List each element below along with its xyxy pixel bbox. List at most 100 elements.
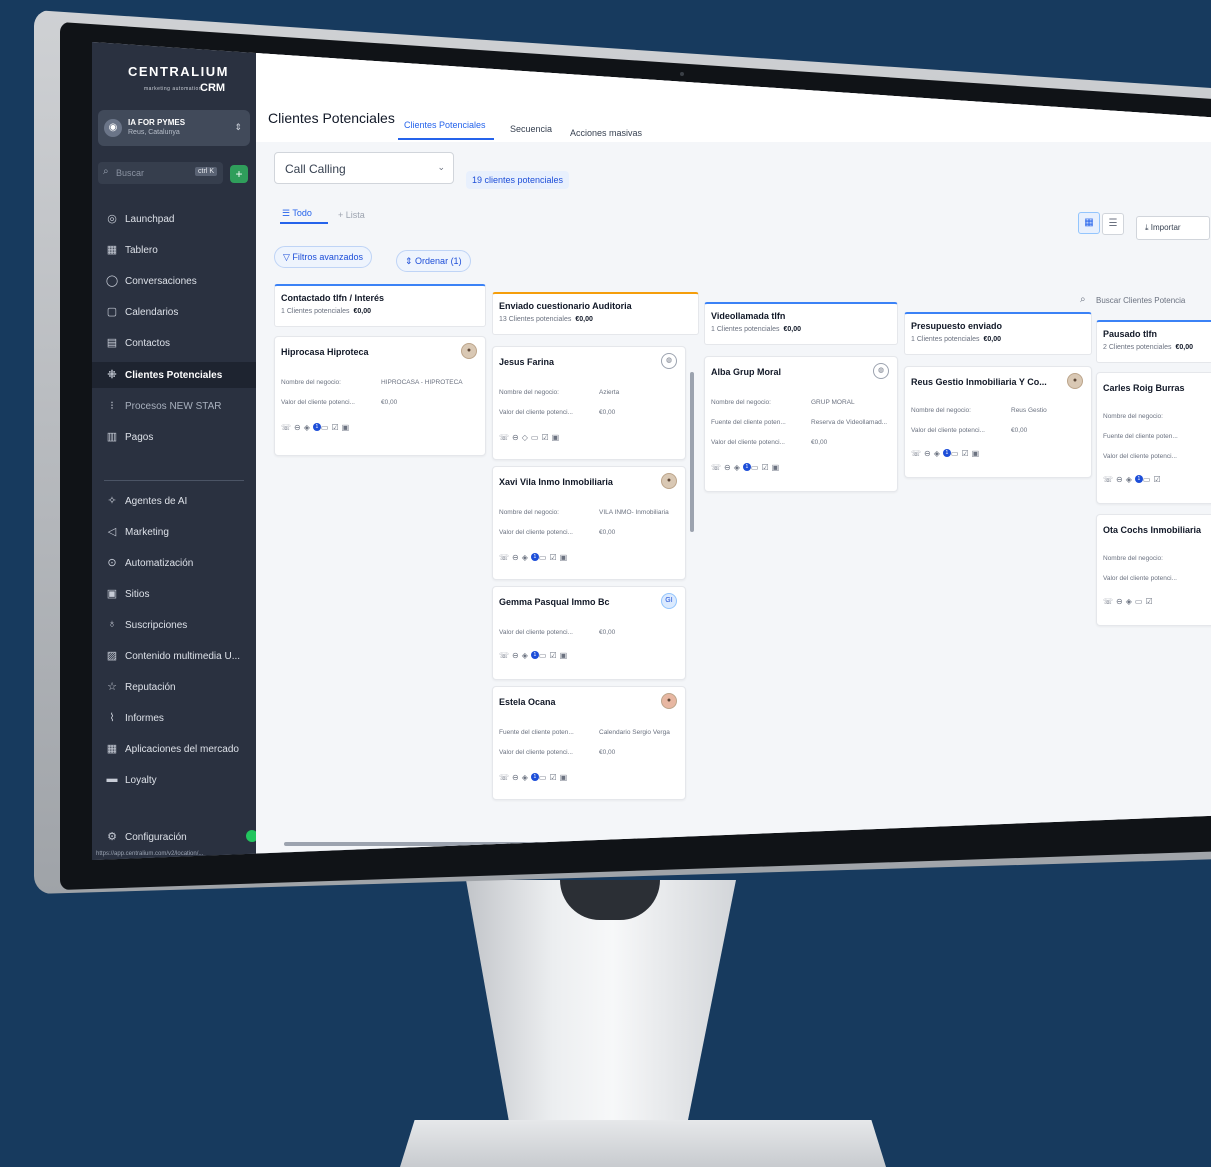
lead-field: Nombre del negocio: HIPROCASA - HIPROTECA — [281, 379, 463, 386]
document-icon: ▭ — [1134, 597, 1146, 606]
tag-icon: ◈ — [1125, 475, 1135, 484]
tag-icon: ◇ — [521, 433, 531, 442]
lead-field: Valor del cliente potenci... €0,00 — [499, 529, 616, 536]
sidebar-item-contenido-multimedia[interactable]: ▨ Contenido multimedia U... — [92, 643, 256, 669]
lead-card[interactable]: Xavi Vila Inmo Inmobiliaria ● Nombre del… — [492, 466, 686, 580]
account-switcher[interactable]: ◉ IA FOR PYMES Reus, Catalunya ⇕ — [98, 110, 250, 146]
tag-icon: ◈ — [933, 449, 943, 458]
card-actions[interactable]: ☏⊖◇▭☑▣ — [499, 433, 562, 442]
card-actions[interactable]: ☏⊖◈ 1 ▭☑ — [1103, 475, 1164, 484]
account-name: IA FOR PYMES — [128, 118, 186, 127]
sidebar-item-launchpad[interactable]: ◎ Launchpad — [92, 206, 256, 232]
media-icon: ▨ — [106, 650, 118, 662]
sidebar-item-automatizacion[interactable]: ⊙ Automatización — [92, 550, 256, 576]
brand-tagline: marketing automation — [144, 86, 203, 92]
column-search-input[interactable]: ⌕ Buscar Clientes Potencia — [1076, 290, 1211, 312]
phone-icon: ☏ — [1103, 475, 1117, 484]
card-actions[interactable]: ☏⊖◈ 1 ▭☑▣ — [911, 449, 982, 458]
sidebar-item-configuracion[interactable]: ⚙ Configuración — [92, 824, 256, 850]
search-input[interactable]: ⌕ Buscar ctrl K — [98, 162, 223, 184]
column-header: Videollamada tlfn 1 Clientes potenciales… — [704, 302, 898, 345]
lead-card[interactable]: Estela Ocana ● Fuente del cliente poten.… — [492, 686, 686, 800]
lead-field: Valor del cliente potenci... €0,00 — [281, 399, 398, 406]
card-actions[interactable]: ☏⊖◈ 1 ▭☑▣ — [499, 553, 570, 562]
advanced-filters-button[interactable]: ▽ Filtros avanzados — [274, 246, 372, 268]
sidebar-item-contactos[interactable]: ▤ Contactos — [92, 330, 256, 356]
sidebar-item-tablero[interactable]: ▦ Tablero — [92, 237, 256, 263]
lead-card[interactable]: Hiprocasa Hiproteca ● Nombre del negocio… — [274, 336, 486, 456]
column-title: Presupuesto enviado — [911, 321, 1003, 331]
sidebar-item-agentes-ai[interactable]: ✧ Agentes de AI — [92, 488, 256, 514]
card-actions[interactable]: ☏⊖◈ 1 ▭☑▣ — [711, 463, 782, 472]
card-actions[interactable]: ☏⊖◈▭☑ — [1103, 597, 1156, 606]
lead-card[interactable]: Alba Grup Moral ◍ Nombre del negocio: GRU… — [704, 356, 898, 492]
notification-badge: 1 — [1134, 475, 1143, 483]
sidebar-item-aplicaciones[interactable]: ▦ Aplicaciones del mercado — [92, 736, 256, 762]
message-icon: ⊖ — [294, 423, 304, 432]
lead-name: Carles Roig Burras — [1103, 383, 1185, 393]
add-list-button[interactable]: + Lista — [338, 210, 365, 220]
card-actions[interactable]: ☏⊖◈ 1 ▭☑▣ — [499, 651, 570, 660]
sidebar-item-informes[interactable]: ⌇ Informes — [92, 705, 256, 731]
brand-logo: CENTRALIUM — [128, 64, 229, 79]
document-icon: ▭ — [538, 553, 550, 562]
lead-field: Nombre del negocio: GRUP MORAL — [711, 399, 855, 406]
process-icon: ⁝ — [110, 400, 114, 412]
brand-product: CRM — [200, 82, 226, 94]
card-actions[interactable]: ☏⊖◈ 1 ▭☑▣ — [499, 773, 570, 782]
task-icon: ☑ — [331, 423, 342, 432]
column-summary: 1 Clientes potenciales €0,00 — [711, 326, 802, 333]
card-actions[interactable]: ☏⊖◈ 1 ▭☑▣ — [281, 423, 352, 432]
calendar-icon: ▢ — [106, 306, 118, 318]
calendar-icon: ▣ — [559, 773, 571, 782]
sidebar-item-clientes-potenciales[interactable]: ⁜ Clientes Potenciales — [92, 362, 256, 388]
subscriptions-icon: ♁ — [107, 618, 117, 630]
view-tab-todo[interactable]: ☰ Todo — [282, 208, 312, 219]
sidebar-item-reputacion[interactable]: ☆ Reputación — [92, 674, 256, 700]
task-icon: ☑ — [961, 449, 972, 458]
notification-badge: 1 — [530, 651, 539, 659]
board-view-button[interactable]: ▦ — [1078, 212, 1100, 234]
sort-button[interactable]: ⇕ Ordenar (1) — [396, 250, 471, 272]
lead-card[interactable]: Carles Roig Burras Nombre del negocio: F… — [1096, 372, 1211, 504]
sidebar-item-conversaciones[interactable]: ◯ Conversaciones — [92, 268, 256, 294]
star-icon: ☆ — [107, 681, 117, 693]
sidebar-item-sitios[interactable]: ▣ Sitios — [92, 581, 256, 607]
chat-icon: ◯ — [105, 275, 119, 287]
message-icon: ⊖ — [512, 651, 522, 660]
sidebar-item-marketing[interactable]: ◁ Marketing — [92, 519, 256, 545]
sidebar-item-pagos[interactable]: ▥ Pagos — [92, 424, 256, 450]
tab-secuencia[interactable]: Secuencia — [510, 124, 552, 134]
avatar: ● — [461, 343, 477, 359]
lead-card[interactable]: Reus Gestio Inmobiliaria Y Co... ● Nombr… — [904, 366, 1092, 478]
tab-clientes-potenciales[interactable]: Clientes Potenciales — [404, 120, 486, 130]
lead-card[interactable]: Gemma Pasqual Immo Bc GI Valor del clien… — [492, 586, 686, 680]
message-icon: ⊖ — [1116, 597, 1126, 606]
sidebar-item-procesos[interactable]: ⁝ Procesos NEW STAR — [92, 393, 256, 419]
quick-add-button[interactable]: + — [230, 165, 248, 183]
phone-icon: ☏ — [499, 553, 513, 562]
import-button[interactable]: ⤓ Importar — [1136, 216, 1210, 240]
tag-icon: ◈ — [521, 773, 531, 782]
task-icon: ☑ — [549, 553, 560, 562]
calendar-icon: ▣ — [559, 651, 571, 660]
main-content: Clientes Potenciales Clientes Potenciale… — [256, 42, 1211, 860]
phone-icon: ☏ — [911, 449, 925, 458]
sidebar-item-suscripciones[interactable]: ♁ Suscripciones — [92, 612, 256, 638]
reports-icon: ⌇ — [109, 712, 115, 724]
lead-field: Nombre del negocio: Reus Gestio — [911, 407, 1047, 414]
task-icon: ☑ — [1145, 597, 1156, 606]
pipeline-select[interactable]: Call Calling ⌄ — [274, 152, 454, 184]
tab-acciones-masivas[interactable]: Acciones masivas — [570, 128, 642, 138]
document-icon: ▭ — [320, 423, 332, 432]
send-icon: ◁ — [107, 526, 117, 538]
sidebar-item-calendarios[interactable]: ▢ Calendarios — [92, 299, 256, 325]
column-scrollbar[interactable] — [690, 372, 694, 532]
lead-field: Nombre del negocio: Azierta — [499, 389, 620, 396]
sidebar-item-loyalty[interactable]: ▬ Loyalty — [92, 767, 256, 793]
task-icon: ☑ — [1153, 475, 1164, 484]
lead-card[interactable]: Ota Cochs Inmobiliaria Nombre del negoci… — [1096, 514, 1211, 626]
list-view-button[interactable]: ☰ — [1102, 213, 1124, 235]
lead-card[interactable]: Jesus Farina ◍ Nombre del negocio: Aziert… — [492, 346, 686, 460]
grid-icon: ▦ — [1084, 217, 1094, 228]
